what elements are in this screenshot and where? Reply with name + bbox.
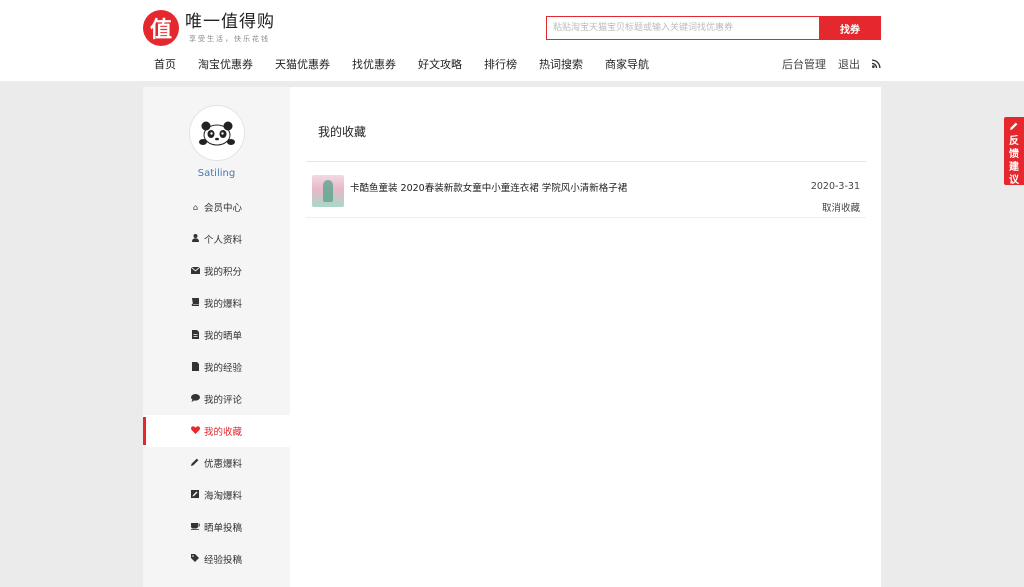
sidebar-item-points[interactable]: 我的积分 bbox=[143, 255, 290, 287]
document-icon bbox=[191, 361, 200, 373]
sidebar-item-label: 经验投稿 bbox=[203, 555, 242, 566]
member-sidebar: Satiling ⌂ 会员中心 个人资料 我的积分 我的爆料 我的晒单 我的经验… bbox=[143, 87, 290, 587]
sidebar-item-member-center[interactable]: ⌂ 会员中心 bbox=[143, 191, 290, 223]
sidebar-item-label: 个人资料 bbox=[203, 235, 242, 246]
feedback-char: 反 bbox=[1009, 136, 1019, 147]
nav-item-hot-search[interactable]: 热词搜索 bbox=[528, 56, 594, 74]
sidebar-item-label: 我的爆料 bbox=[203, 299, 242, 310]
main-nav: 首页 淘宝优惠券 天猫优惠券 找优惠券 好文攻略 排行榜 热词搜索 商家导航 bbox=[143, 56, 660, 74]
sidebar-item-label: 会员中心 bbox=[203, 203, 242, 214]
favorite-date: 2020-3-31 bbox=[810, 181, 860, 192]
sidebar-item-label: 晒单投稿 bbox=[203, 523, 242, 534]
sidebar-item-my-posts[interactable]: 我的爆料 bbox=[143, 287, 290, 319]
sidebar-item-my-experience[interactable]: 我的经验 bbox=[143, 351, 290, 383]
home-icon: ⌂ bbox=[192, 202, 199, 212]
username[interactable]: Satiling bbox=[143, 168, 290, 179]
sidebar-item-profile[interactable]: 个人资料 bbox=[143, 223, 290, 255]
nav-item-taobao-coupons[interactable]: 淘宝优惠券 bbox=[187, 56, 264, 74]
admin-link[interactable]: 后台管理 bbox=[782, 56, 826, 74]
envelope-icon bbox=[190, 266, 201, 276]
logout-link[interactable]: 退出 bbox=[838, 56, 860, 74]
file-icon bbox=[191, 329, 200, 341]
nav-item-rankings[interactable]: 排行榜 bbox=[473, 56, 528, 74]
search-bar: 找券 bbox=[546, 16, 881, 40]
feedback-char: 馈 bbox=[1009, 149, 1019, 160]
feedback-char: 议 bbox=[1009, 175, 1019, 186]
sidebar-item-my-showcase[interactable]: 我的晒单 bbox=[143, 319, 290, 351]
search-input[interactable] bbox=[546, 16, 819, 40]
sidebar-item-label: 我的收藏 bbox=[203, 427, 242, 438]
tag-icon bbox=[191, 554, 200, 564]
sidebar-item-label: 我的评论 bbox=[203, 395, 242, 406]
user-nav: 后台管理 退出 bbox=[770, 56, 881, 74]
sidebar-menu: ⌂ 会员中心 个人资料 我的积分 我的爆料 我的晒单 我的经验 我的评论 我的收… bbox=[143, 191, 290, 575]
page-title: 我的收藏 bbox=[318, 125, 367, 139]
site-header: 值 唯一值得购 享受生活，快乐花钱 找券 首页 淘宝优惠券 天猫优惠券 找优惠券… bbox=[0, 0, 1024, 81]
pencil-icon bbox=[1010, 121, 1018, 134]
sidebar-item-label: 我的经验 bbox=[203, 363, 242, 374]
sidebar-item-showcase-submit[interactable]: 晒单投稿 bbox=[143, 511, 290, 543]
logo-slogan: 享受生活，快乐花钱 bbox=[189, 35, 270, 43]
site-logo[interactable]: 值 唯一值得购 享受生活，快乐花钱 bbox=[143, 10, 275, 46]
search-button[interactable]: 找券 bbox=[819, 16, 881, 40]
feedback-char: 建 bbox=[1009, 162, 1019, 173]
book-icon bbox=[191, 297, 200, 308]
edit-icon bbox=[191, 490, 200, 500]
feedback-tab[interactable]: 反 馈 建 议 bbox=[1004, 117, 1024, 186]
product-thumbnail[interactable] bbox=[312, 175, 344, 207]
sidebar-item-overseas-post[interactable]: 海淘爆料 bbox=[143, 479, 290, 511]
heart-icon bbox=[190, 426, 200, 436]
sidebar-item-label: 优惠爆料 bbox=[203, 459, 242, 470]
logo-badge: 值 bbox=[143, 10, 179, 46]
nav-item-guides[interactable]: 好文攻略 bbox=[407, 56, 473, 74]
sidebar-item-label: 我的晒单 bbox=[203, 331, 242, 342]
nav-item-merchants[interactable]: 商家导航 bbox=[594, 56, 660, 74]
logo-title: 唯一值得购 bbox=[185, 12, 275, 32]
nav-item-tmall-coupons[interactable]: 天猫优惠券 bbox=[264, 56, 341, 74]
user-icon bbox=[191, 234, 200, 244]
favorite-title[interactable]: 卡酷鱼童装 2020春装新款女童中小童连衣裙 学院风小清新格子裙 bbox=[350, 180, 627, 194]
rss-icon[interactable] bbox=[872, 59, 881, 71]
sidebar-item-experience-submit[interactable]: 经验投稿 bbox=[143, 543, 290, 575]
favorite-item: 卡酷鱼童装 2020春装新款女童中小童连衣裙 学院风小清新格子裙 2020-3-… bbox=[306, 162, 866, 218]
remove-favorite-button[interactable]: 取消收藏 bbox=[822, 200, 860, 214]
sidebar-item-label: 海淘爆料 bbox=[203, 491, 242, 502]
sidebar-item-deal-post[interactable]: 优惠爆料 bbox=[143, 447, 290, 479]
comment-icon bbox=[190, 394, 200, 404]
nav-item-find-coupons[interactable]: 找优惠券 bbox=[341, 56, 407, 74]
panda-avatar-icon bbox=[199, 121, 235, 146]
cup-icon bbox=[190, 522, 201, 532]
sidebar-item-my-favorites[interactable]: 我的收藏 bbox=[143, 415, 290, 447]
avatar[interactable] bbox=[189, 105, 245, 161]
member-center-panel: Satiling ⌂ 会员中心 个人资料 我的积分 我的爆料 我的晒单 我的经验… bbox=[143, 87, 881, 587]
nav-item-home[interactable]: 首页 bbox=[143, 56, 187, 74]
pencil-icon bbox=[191, 458, 200, 468]
sidebar-item-my-comments[interactable]: 我的评论 bbox=[143, 383, 290, 415]
sidebar-item-label: 我的积分 bbox=[203, 267, 242, 278]
